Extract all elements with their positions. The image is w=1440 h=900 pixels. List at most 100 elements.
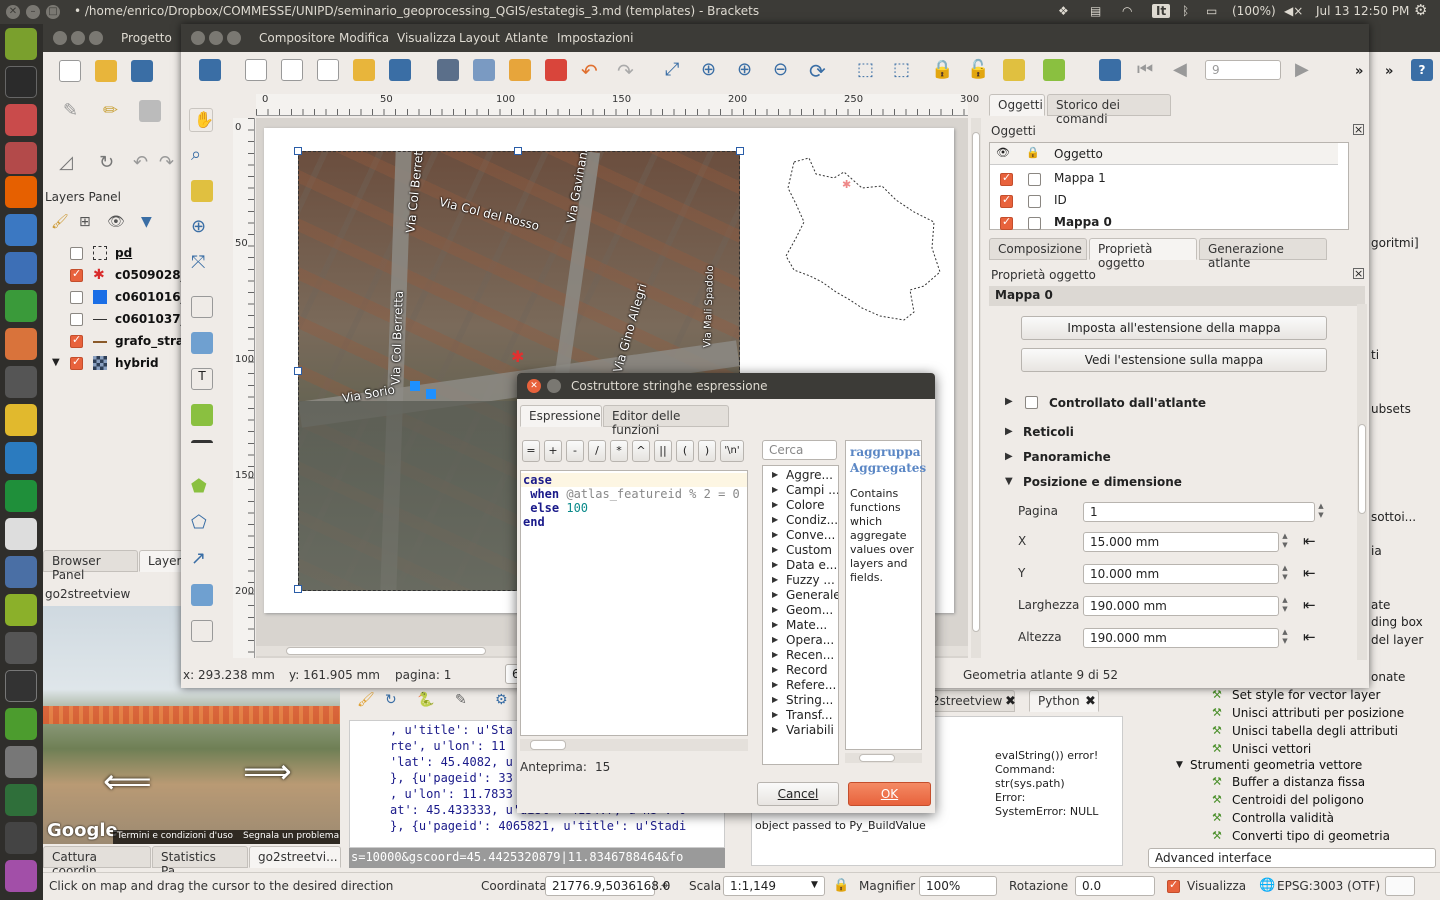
operator-close-paren-button[interactable]: ) bbox=[698, 440, 716, 462]
crs-label[interactable]: EPSG:3003 (OTF) bbox=[1277, 879, 1380, 893]
spinner-icon[interactable]: ▲ ▼ bbox=[1279, 628, 1291, 648]
expand-arrow-icon[interactable]: ▶ bbox=[1005, 426, 1013, 437]
save-template-icon[interactable] bbox=[389, 59, 411, 81]
help-icon[interactable]: ? bbox=[1411, 59, 1433, 81]
expand-arrow-icon[interactable]: ▶ bbox=[772, 635, 778, 644]
tool-item[interactable]: Centroidi del poligono bbox=[1232, 793, 1364, 807]
coord-field[interactable]: 21776.9,5036168.0 bbox=[545, 876, 670, 896]
clock[interactable]: Jul 13 12:50 PM bbox=[1316, 4, 1409, 18]
function-group[interactable]: String... bbox=[786, 693, 833, 707]
tab-composizione[interactable]: Composizione bbox=[989, 238, 1087, 260]
lock-icon[interactable]: 🔒 bbox=[931, 59, 953, 81]
tab-espressione[interactable]: Espressione bbox=[520, 405, 602, 427]
layer-checkbox[interactable] bbox=[70, 333, 83, 348]
export-pdf-icon[interactable] bbox=[545, 59, 567, 81]
layer-item[interactable]: pd bbox=[115, 246, 132, 260]
function-list[interactable]: ▶ Aggre... ▶ Campi ... ▶ Colore ▶ Condiz... ▶ Con… bbox=[762, 465, 839, 765]
clear-icon[interactable]: 🖌 bbox=[357, 692, 379, 714]
chromium-icon[interactable] bbox=[5, 214, 37, 246]
expand-arrow-icon[interactable]: ▶ bbox=[772, 695, 778, 704]
add-shape-icon[interactable]: ⬟ bbox=[191, 476, 213, 498]
expand-arrow-icon[interactable]: ▼ bbox=[1176, 760, 1183, 770]
export-image-icon[interactable] bbox=[473, 59, 495, 81]
operator-open-paren-button[interactable]: ( bbox=[676, 440, 694, 462]
tool-item[interactable]: Converti tipo di geometria bbox=[1232, 829, 1390, 843]
app6-icon[interactable] bbox=[5, 746, 37, 778]
scroll-thumb[interactable] bbox=[1358, 424, 1366, 514]
help-hscrollbar[interactable] bbox=[845, 753, 922, 763]
lock-icon[interactable]: 🔒 bbox=[833, 878, 849, 893]
first-feature-icon[interactable]: ⏮ bbox=[1137, 59, 1159, 81]
more-icon[interactable]: » bbox=[1355, 64, 1363, 79]
data-defined-icon[interactable]: ⇤ bbox=[1303, 596, 1316, 614]
gear-icon[interactable]: ⚙ bbox=[1414, 1, 1427, 19]
app-icon[interactable] bbox=[5, 142, 37, 174]
section-panoramiche[interactable]: Panoramiche bbox=[1023, 450, 1111, 464]
minimize-icon[interactable]: – bbox=[26, 5, 40, 19]
duplicate-composer-icon[interactable] bbox=[281, 59, 303, 81]
r-icon[interactable] bbox=[5, 518, 37, 550]
more-icon[interactable]: » bbox=[1385, 64, 1393, 79]
new-project-icon[interactable] bbox=[59, 60, 81, 82]
atlas-feature-field[interactable]: 9 bbox=[1205, 60, 1281, 80]
spinner-icon[interactable]: ▲ ▼ bbox=[1315, 502, 1327, 522]
print-icon[interactable] bbox=[437, 59, 459, 81]
app3-icon[interactable] bbox=[5, 442, 37, 474]
width-field[interactable]: 190.000 mm bbox=[1083, 596, 1279, 616]
chevron-down-icon[interactable]: ▼ bbox=[811, 880, 818, 890]
tool-item[interactable]: Set style for vector layer bbox=[1232, 688, 1380, 702]
section-posizione-dimensione[interactable]: Posizione e dimensione bbox=[1023, 475, 1182, 489]
undo-icon[interactable]: ↶ bbox=[133, 152, 155, 174]
expand-arrow-icon[interactable]: ▶ bbox=[772, 680, 778, 689]
object-item[interactable]: ID bbox=[1054, 193, 1067, 207]
add-arrow-icon[interactable]: ↗ bbox=[191, 548, 213, 570]
add-polygon-icon[interactable]: ⬠ bbox=[191, 512, 213, 534]
function-group[interactable]: Opera... bbox=[786, 633, 834, 647]
filter-icon[interactable]: ▼ bbox=[141, 214, 163, 236]
operator-plus-button[interactable]: + bbox=[544, 440, 562, 462]
expand-arrow-icon[interactable]: ▶ bbox=[1005, 396, 1013, 407]
expand-arrow-icon[interactable]: ▶ bbox=[772, 500, 778, 509]
layer-checkbox[interactable] bbox=[70, 355, 83, 370]
magnifier-field[interactable]: 100% bbox=[919, 876, 997, 896]
unlock-icon[interactable]: 🔓 bbox=[967, 59, 989, 81]
zoom-100-icon[interactable]: ⊕ bbox=[701, 59, 723, 81]
collapse-arrow-icon[interactable]: ▼ bbox=[1005, 476, 1013, 487]
deselect-icon[interactable]: ⬚ bbox=[893, 59, 915, 81]
menu-progetto[interactable]: Progetto bbox=[121, 31, 172, 45]
tab-go2streetview[interactable]: go2streetvi... bbox=[249, 846, 341, 868]
streetview-arrow-left-icon[interactable]: ⟸ bbox=[103, 762, 152, 802]
tab-editor-funzioni[interactable]: Editor delle funzioni bbox=[603, 405, 729, 437]
tab-oggetti[interactable]: Oggetti bbox=[989, 94, 1045, 116]
menu-impostazioni[interactable]: Impostazioni bbox=[557, 31, 633, 45]
menu-atlante[interactable]: Atlante bbox=[505, 31, 548, 45]
atlas-controlled-checkbox[interactable] bbox=[1025, 396, 1038, 409]
expand-arrow-icon[interactable]: ▶ bbox=[772, 530, 778, 539]
app5-icon[interactable] bbox=[5, 670, 37, 702]
add-scalebar-icon[interactable] bbox=[191, 440, 213, 462]
menu-layout[interactable]: Layout bbox=[459, 31, 500, 45]
function-group[interactable]: Transf... bbox=[786, 708, 833, 722]
resize-handle[interactable] bbox=[294, 147, 302, 155]
close-icon[interactable] bbox=[53, 31, 67, 45]
layer-checkbox[interactable] bbox=[70, 267, 83, 282]
vertical-scrollbar[interactable] bbox=[971, 118, 981, 658]
expand-arrow-icon[interactable]: ▶ bbox=[772, 515, 778, 524]
qt-icon[interactable] bbox=[5, 708, 37, 740]
report-link[interactable]: Segnala un problema bbox=[243, 831, 339, 841]
menu-visualizza[interactable]: Visualizza bbox=[397, 31, 456, 45]
impress-icon[interactable] bbox=[5, 328, 37, 360]
terms-link[interactable]: Termini e condizioni d'uso bbox=[117, 831, 233, 841]
x-field[interactable]: 15.000 mm bbox=[1083, 532, 1279, 552]
tool-item[interactable]: Controlla validità bbox=[1232, 811, 1334, 825]
group-icon[interactable] bbox=[1003, 59, 1025, 81]
add-group-icon[interactable]: ⊞ bbox=[79, 214, 101, 236]
properties-scrollbar[interactable] bbox=[1357, 304, 1367, 660]
atlas-preview-icon[interactable] bbox=[1099, 59, 1121, 81]
add-label-icon[interactable]: T bbox=[191, 368, 213, 390]
composer-manager-icon[interactable] bbox=[317, 59, 339, 81]
previous-feature-icon[interactable]: ◀ bbox=[1173, 59, 1195, 81]
expand-arrow-icon[interactable]: ▶ bbox=[772, 665, 778, 674]
maximize-icon[interactable]: □ bbox=[46, 5, 60, 19]
menu-modifica[interactable]: Modifica bbox=[339, 31, 389, 45]
